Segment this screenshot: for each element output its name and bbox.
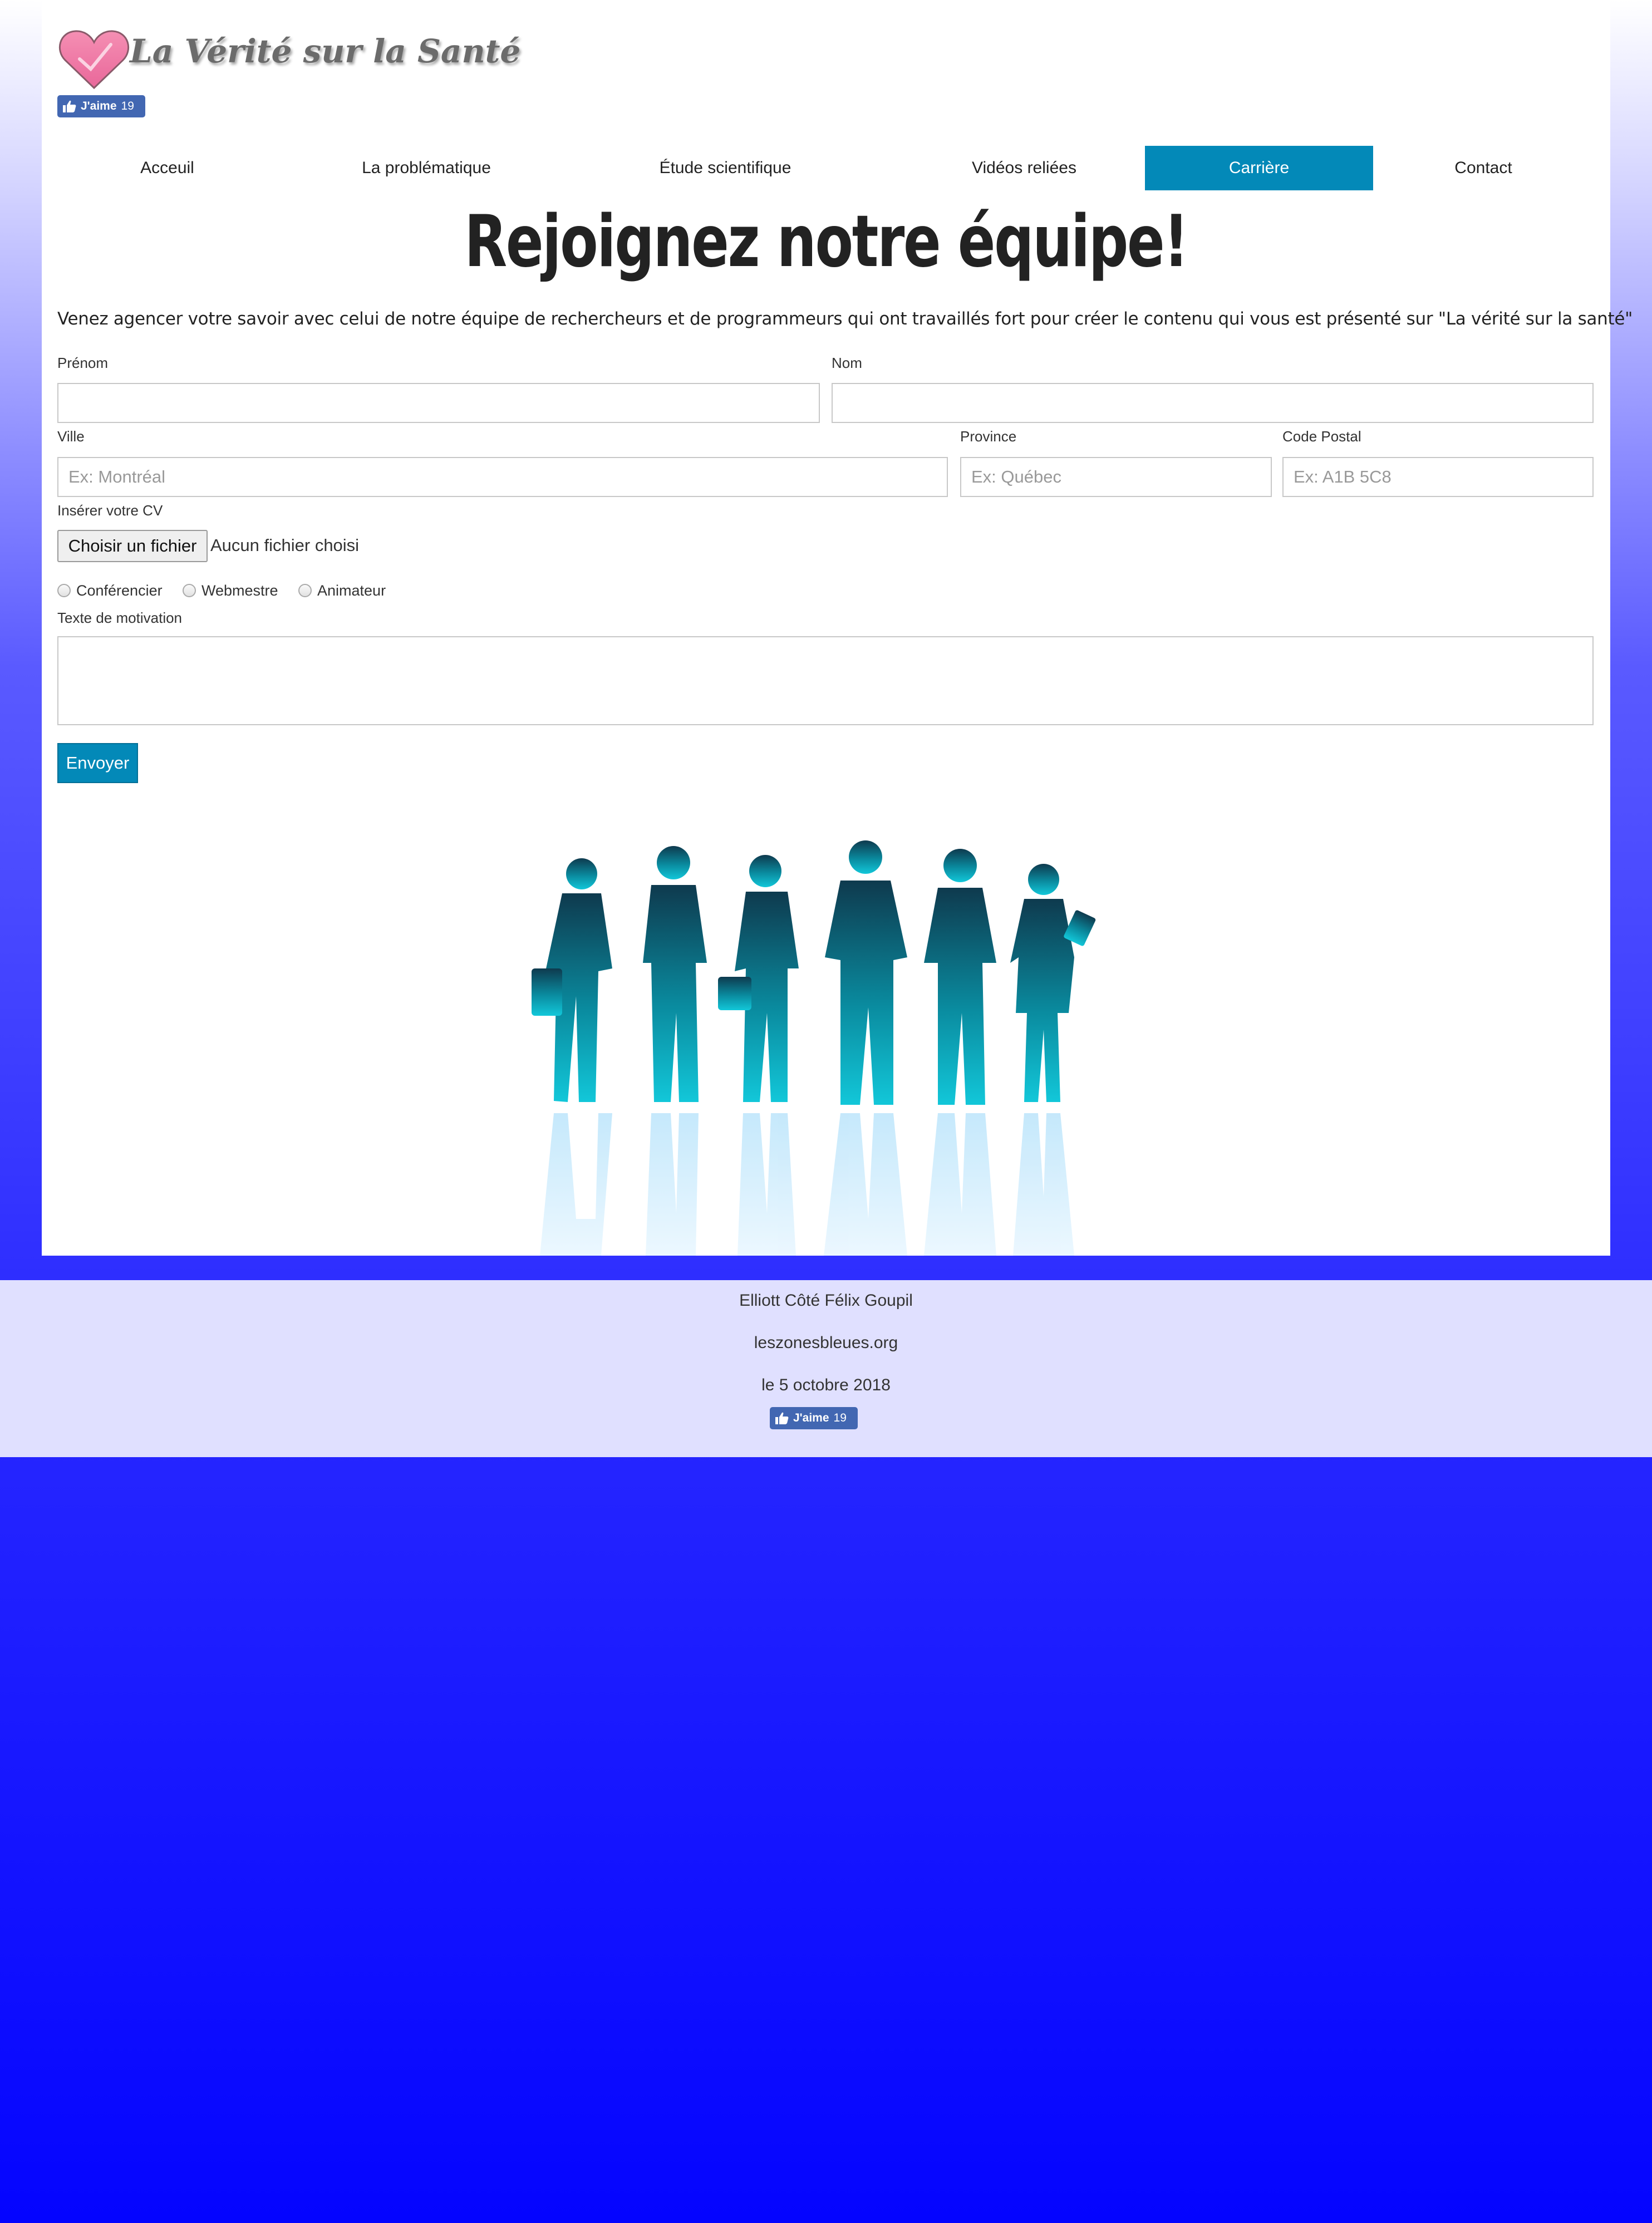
first-name-field[interactable] [57,383,820,423]
nav-item-acceuil[interactable]: Acceuil [57,146,277,190]
footer-site-link[interactable]: leszonesbleues.org [0,1334,1652,1353]
thumbs-up-icon [63,100,76,112]
logo-text: La Vérité sur la Santé [130,32,521,70]
nav-item-problematique[interactable]: La problématique [277,146,576,190]
last-name-field[interactable] [832,383,1594,423]
city-label: Ville [57,428,85,445]
radio-label: Webmestre [201,582,278,599]
like-count: 19 [833,1411,847,1424]
like-label: J'aime [793,1411,829,1424]
heart-check-icon [58,30,130,90]
footer-date: le 5 octobre 2018 [761,1376,891,1394]
page-container: La Vérité sur la Santé J'aime 19 Acceuil… [42,0,1633,1256]
thumbs-up-icon [775,1412,789,1424]
motivation-textarea[interactable] [57,636,1594,725]
motivation-label: Texte de motivation [57,609,183,626]
like-count: 19 [121,100,134,112]
facebook-like-button[interactable]: J'aime 19 [57,95,145,117]
main-navigation: Acceuil La problématique Étude scientifi… [57,146,1594,190]
radio-option-animateur[interactable]: Animateur [298,581,386,601]
nav-item-etude-scientifique[interactable]: Étude scientifique [576,146,875,190]
radio-button[interactable] [57,584,71,597]
city-field[interactable]: Ex: Montréal [57,457,948,497]
intro-text: Venez agencer votre savoir avec celui de… [57,309,1633,329]
first-name-label: Prénom [57,355,109,371]
site-footer: Elliott Côté Félix Goupil leszonesbleues… [0,1280,1652,1457]
radio-button[interactable] [183,584,196,597]
choose-file-button[interactable]: Choisir un fichier [57,530,208,562]
nav-item-carriere[interactable]: Carrière [1145,146,1373,190]
postal-code-field[interactable]: Ex: A1B 5C8 [1282,457,1594,497]
radio-label: Conférencier [76,582,163,599]
like-label: J'aime [81,100,117,112]
file-status-text: Aucun fichier choisi [210,535,360,555]
nav-item-contact[interactable]: Contact [1373,146,1594,190]
last-name-label: Nom [832,355,862,371]
radio-option-conferencier[interactable]: Conférencier [57,581,163,601]
nav-item-videos-reliees[interactable]: Vidéos reliées [875,146,1173,190]
province-label: Province [960,428,1017,445]
footer-authors: Elliott Côté Félix Goupil [739,1291,913,1310]
submit-button[interactable]: Envoyer [57,743,138,783]
cv-label: Insérer votre CV [57,502,163,519]
site-logo[interactable]: La Vérité sur la Santé [57,28,520,95]
radio-label: Animateur [317,582,386,599]
province-field[interactable]: Ex: Québec [960,457,1272,497]
facebook-like-button[interactable]: J'aime 19 [770,1407,858,1429]
page-title: Rejoignez notre équipe! [464,200,1189,283]
team-silhouettes-image [532,840,1096,1256]
postal-code-label: Code Postal [1282,428,1361,445]
radio-button[interactable] [298,584,312,597]
radio-option-webmestre[interactable]: Webmestre [183,581,278,601]
